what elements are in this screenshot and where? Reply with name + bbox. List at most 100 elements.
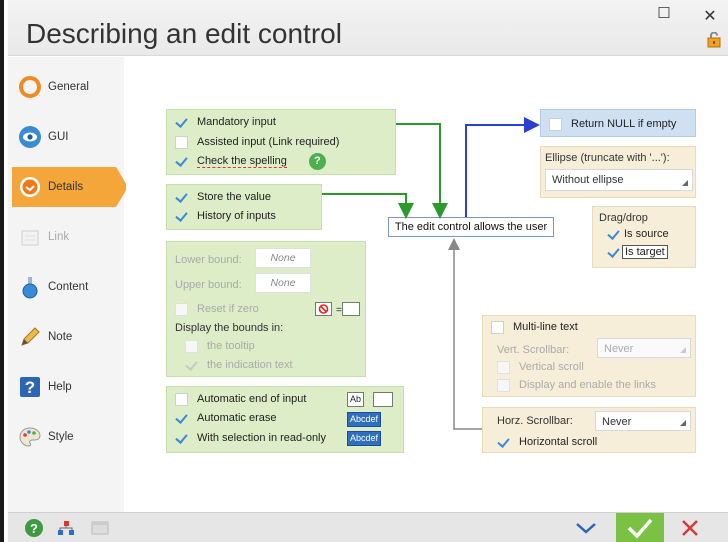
indication-text-row[interactable]: the indication text xyxy=(185,356,293,374)
is-target-row[interactable]: Is target xyxy=(607,243,668,261)
multiline-row[interactable]: Multi-line text xyxy=(491,318,578,336)
store-value-row[interactable]: Store the value xyxy=(175,188,271,206)
ellipse-combo[interactable]: Without ellipse xyxy=(545,169,693,191)
check-spelling-checkbox[interactable] xyxy=(175,155,188,168)
selection-readonly-checkbox[interactable] xyxy=(175,432,188,445)
return-null-checkbox[interactable] xyxy=(549,117,562,131)
horz-scrollbar-label: Horz. Scrollbar: xyxy=(497,415,573,427)
automatic-end-checkbox[interactable] xyxy=(175,392,188,406)
return-null-row[interactable]: Return NULL if empty xyxy=(549,115,676,133)
store-value-checkbox[interactable] xyxy=(175,191,188,204)
automatic-end-row[interactable]: Automatic end of input xyxy=(175,390,306,408)
content-flask-icon xyxy=(22,277,38,299)
indication-text-label: the indication text xyxy=(207,359,293,371)
tooltip-label: the tooltip xyxy=(207,340,255,352)
history-label: History of inputs xyxy=(197,210,276,222)
sidebar-item-label: Link xyxy=(48,231,70,243)
vertical-scroll-row[interactable]: Vertical scroll xyxy=(497,358,584,376)
svg-text:?: ? xyxy=(25,378,35,397)
horizontal-scroll-row[interactable]: Horizontal scroll xyxy=(497,433,597,451)
note-pencil-icon xyxy=(21,327,40,346)
center-caption: The edit control allows the user xyxy=(388,217,554,237)
vert-scrollbar-label: Vert. Scrollbar: xyxy=(497,344,570,356)
combo-arrow-icon xyxy=(680,347,686,353)
sidebar-item-label: Note xyxy=(48,331,73,343)
maximize-button[interactable]: ☐ xyxy=(654,4,674,22)
mandatory-input-row[interactable]: Mandatory input xyxy=(175,113,276,131)
automatic-end-label: Automatic end of input xyxy=(197,393,307,405)
return-null-label: Return NULL if empty xyxy=(571,118,677,130)
display-links-checkbox[interactable] xyxy=(497,378,510,392)
window-icon xyxy=(91,521,109,535)
reset-if-zero-label: Reset if zero xyxy=(197,303,259,315)
is-target-label: Is target xyxy=(622,245,668,259)
more-options-button[interactable] xyxy=(564,513,608,542)
lower-bound-field[interactable]: None xyxy=(255,248,311,268)
checkmark-icon xyxy=(627,518,653,539)
cancel-button[interactable] xyxy=(668,513,712,542)
sidebar-item-label: General xyxy=(48,81,89,93)
close-button[interactable]: ✕ xyxy=(700,6,720,26)
details-panel: Mandatory input Assisted input (Link req… xyxy=(126,57,728,512)
reset-zero-sample-icon: = xyxy=(315,302,360,316)
vertical-scroll-checkbox[interactable] xyxy=(497,360,510,374)
erase-options-group: Automatic end of input Ab Automatic eras… xyxy=(166,386,404,453)
tooltip-checkbox[interactable] xyxy=(185,339,198,353)
is-source-checkbox[interactable] xyxy=(607,228,620,241)
is-source-label: Is source xyxy=(624,228,669,240)
is-target-checkbox[interactable] xyxy=(607,246,620,259)
automatic-erase-row[interactable]: Automatic erase xyxy=(175,409,276,427)
ellipse-label: Ellipse (truncate with '...'): xyxy=(545,152,670,164)
sidebar-item-details[interactable]: Details xyxy=(12,167,128,207)
ok-button[interactable] xyxy=(616,513,664,542)
assisted-input-checkbox[interactable] xyxy=(175,135,188,149)
check-spelling-row[interactable]: Check the spelling ? xyxy=(175,152,326,170)
is-source-row[interactable]: Is source xyxy=(607,225,669,243)
store-options-group: Store the value History of inputs xyxy=(166,184,322,230)
sidebar-item-note[interactable]: Note xyxy=(8,317,120,357)
horizontal-scroll-checkbox[interactable] xyxy=(497,436,510,449)
automatic-erase-sample: Abcdef xyxy=(347,412,382,427)
input-options-group: Mandatory input Assisted input (Link req… xyxy=(166,109,396,175)
upper-bound-field[interactable]: None xyxy=(255,273,311,293)
sidebar-item-content[interactable]: Content xyxy=(8,267,120,307)
sidebar-item-label: Details xyxy=(48,181,84,193)
spelling-help-icon[interactable]: ? xyxy=(308,152,326,170)
sidebar: General GUI Details Link Content Note ? … xyxy=(8,57,128,512)
history-row[interactable]: History of inputs xyxy=(175,207,276,225)
indication-text-checkbox[interactable] xyxy=(185,359,198,372)
window: Describing an edit control ☐ ✕ General G… xyxy=(0,0,728,542)
sidebar-item-label: Style xyxy=(48,431,74,443)
reset-if-zero-row[interactable]: Reset if zero xyxy=(175,300,259,318)
history-checkbox[interactable] xyxy=(175,210,188,223)
details-icon xyxy=(20,177,40,197)
sidebar-item-gui[interactable]: GUI xyxy=(8,117,120,157)
selection-readonly-label: With selection in read-only xyxy=(197,432,327,444)
lock-icon[interactable] xyxy=(706,32,724,48)
sidebar-item-general[interactable]: General xyxy=(8,67,120,107)
horz-scrollbar-combo[interactable]: Never xyxy=(595,411,691,431)
dragdrop-group: Drag/drop Is source Is target xyxy=(592,206,696,268)
help-circle-icon[interactable]: ? xyxy=(24,518,44,538)
multiline-checkbox[interactable] xyxy=(491,320,504,334)
arrow-input-to-caption xyxy=(396,123,448,219)
sidebar-item-help[interactable]: ? Help xyxy=(8,367,120,407)
sidebar-item-link[interactable]: Link xyxy=(8,217,120,257)
automatic-erase-checkbox[interactable] xyxy=(175,412,188,425)
svg-text:=: = xyxy=(336,305,342,316)
sidebar-item-label: Content xyxy=(48,281,89,293)
store-value-label: Store the value xyxy=(197,191,271,203)
reset-if-zero-checkbox[interactable] xyxy=(175,302,188,316)
sidebar-item-label: GUI xyxy=(48,131,69,143)
sidebar-item-style[interactable]: Style xyxy=(8,417,120,457)
tooltip-row[interactable]: the tooltip xyxy=(185,337,255,355)
vert-scrollbar-combo[interactable]: Never xyxy=(597,338,691,358)
mandatory-input-checkbox[interactable] xyxy=(175,116,188,129)
check-spelling-label: Check the spelling xyxy=(197,154,287,168)
display-links-row[interactable]: Display and enable the links xyxy=(497,376,656,394)
selection-readonly-row[interactable]: With selection in read-only xyxy=(175,429,326,447)
chevron-down-icon xyxy=(576,523,596,534)
hierarchy-icon[interactable] xyxy=(56,518,76,538)
assisted-input-row[interactable]: Assisted input (Link required) xyxy=(175,133,339,151)
combo-arrow-icon xyxy=(682,180,688,186)
